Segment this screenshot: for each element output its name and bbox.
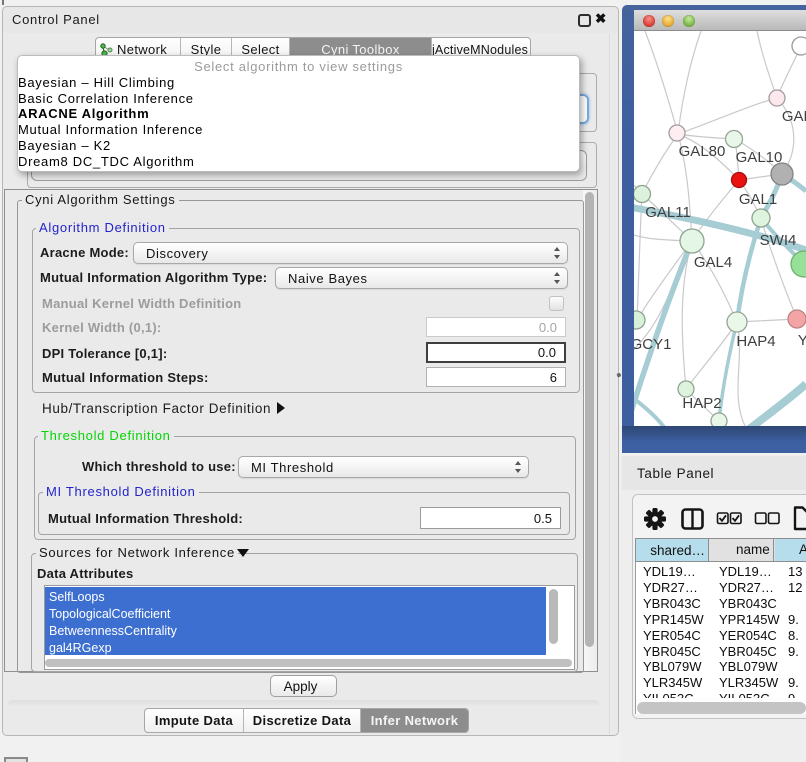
svg-text:HAP2: HAP2 [682, 395, 721, 412]
svg-text:GAL80: GAL80 [679, 143, 726, 160]
svg-text:SWI4: SWI4 [760, 232, 797, 249]
svg-text:GAL2: GAL2 [782, 108, 806, 125]
svg-text:GAL11: GAL11 [645, 204, 691, 221]
svg-text:GAL1: GAL1 [739, 191, 777, 208]
svg-text:HAP4: HAP4 [736, 333, 775, 350]
svg-text:GCY1: GCY1 [634, 336, 671, 353]
svg-text:GAL10: GAL10 [736, 149, 783, 166]
svg-text:GAL4: GAL4 [694, 254, 732, 271]
svg-text:YEL: YEL [798, 332, 806, 349]
